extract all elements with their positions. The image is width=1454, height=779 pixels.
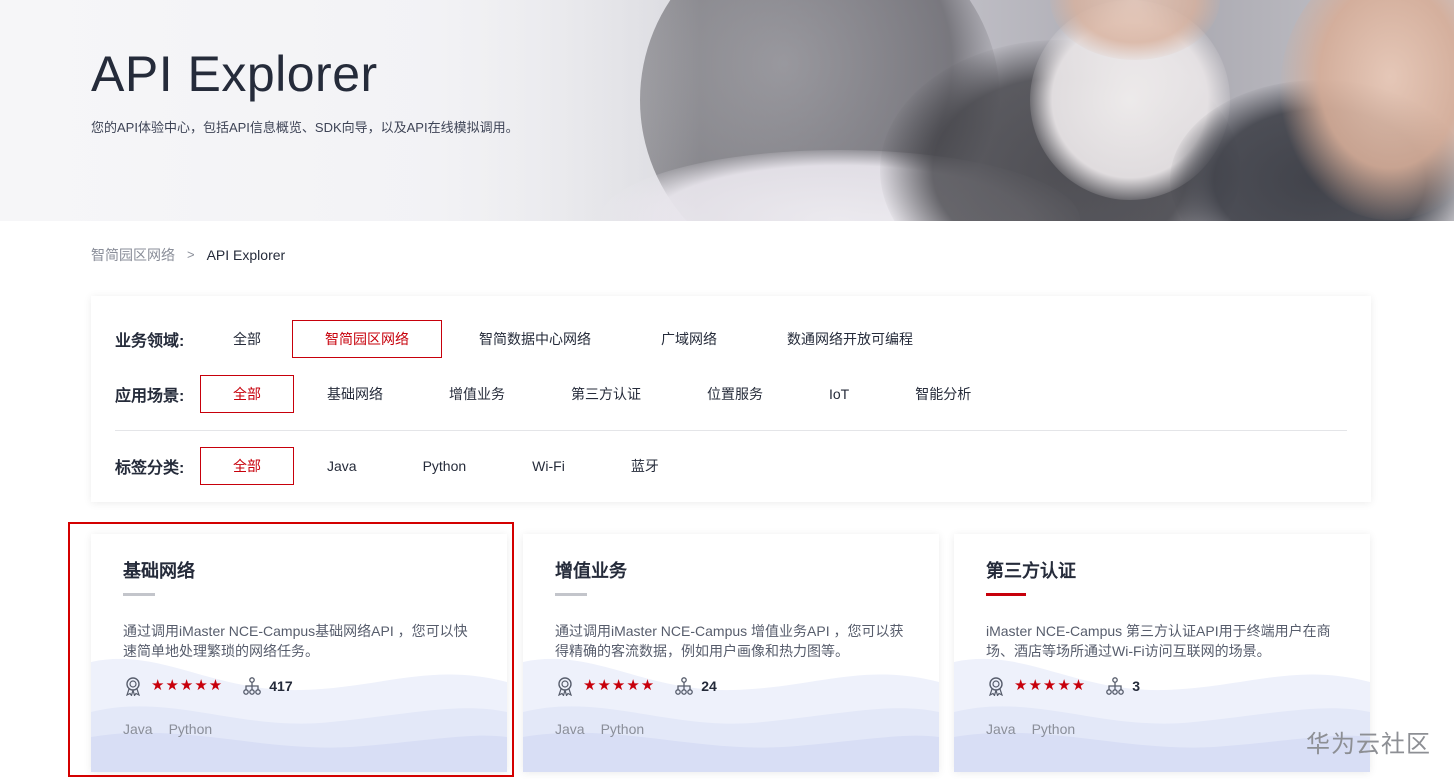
filter-tag-wifi[interactable]: Wi-Fi (499, 447, 598, 485)
filter-label-domain: 业务领域: (115, 333, 185, 350)
card-tag: Java (986, 721, 1016, 737)
card-title-underline (123, 593, 155, 596)
card-tag: Java (123, 721, 153, 737)
page-title: API Explorer (91, 46, 378, 102)
card-title-underline (555, 593, 587, 596)
filter-row-domain: 业务领域: 全部 智简园区网络 智简数据中心网络 广域网络 数通网络开放可编程 (115, 320, 950, 358)
filter-scenario-iot[interactable]: IoT (796, 375, 882, 413)
filter-label-tags: 标签分类: (115, 460, 185, 477)
rating-stars: ★★★★★ (1014, 677, 1087, 694)
hierarchy-icon (243, 677, 262, 695)
api-count: 24 (701, 678, 717, 694)
filter-panel: 业务领域: 全部 智简园区网络 智简数据中心网络 广域网络 数通网络开放可编程 … (91, 296, 1371, 502)
filter-domain-wan[interactable]: 广域网络 (628, 320, 750, 358)
card-title: 第三方认证 (986, 561, 1076, 581)
breadcrumb: 智简园区网络 > API Explorer (91, 246, 285, 264)
filter-domain-datacenter[interactable]: 智简数据中心网络 (442, 320, 628, 358)
card-title-underline (986, 593, 1026, 596)
card-tag: Python (168, 721, 213, 737)
filter-tag-java[interactable]: Java (294, 447, 390, 485)
filter-domain-campus[interactable]: 智简园区网络 (292, 320, 442, 358)
card-stats: ★★★★★ 24 (555, 676, 717, 696)
filter-domain-all[interactable]: 全部 (200, 320, 292, 358)
filter-divider (115, 430, 1347, 431)
filter-tag-all[interactable]: 全部 (200, 447, 294, 485)
filter-label-scenario: 应用场景: (115, 388, 185, 405)
api-card-basic-network[interactable]: 基础网络 通过调用iMaster NCE-Campus基础网络API ，您可以快… (91, 534, 507, 772)
card-wave-decoration (91, 658, 507, 772)
card-wave-decoration (523, 658, 939, 772)
filter-scenario-all[interactable]: 全部 (200, 375, 294, 413)
api-count: 3 (1132, 678, 1141, 694)
award-icon (989, 677, 1003, 696)
breadcrumb-current: API Explorer (206, 247, 286, 263)
award-icon (126, 677, 140, 696)
rating-stars: ★★★★★ (583, 677, 656, 694)
breadcrumb-separator: > (187, 247, 195, 262)
filter-scenario-basic[interactable]: 基础网络 (294, 375, 416, 413)
filter-row-scenario: 应用场景: 全部 基础网络 增值业务 第三方认证 位置服务 IoT 智能分析 (115, 375, 1004, 413)
card-tag: Java (555, 721, 585, 737)
api-count: 417 (269, 678, 293, 694)
award-icon (558, 677, 572, 696)
filter-row-tags: 标签分类: 全部 Java Python Wi-Fi 蓝牙 (115, 447, 692, 485)
breadcrumb-parent-link[interactable]: 智简园区网络 (91, 246, 175, 264)
card-tags: Java Python (555, 721, 660, 737)
card-description: 通过调用iMaster NCE-Campus基础网络API ，您可以快速简单地处… (123, 623, 468, 659)
filter-scenario-analytics[interactable]: 智能分析 (882, 375, 1004, 413)
card-tags: Java Python (986, 721, 1091, 737)
card-title: 增值业务 (555, 561, 627, 581)
filter-scenario-value-added[interactable]: 增值业务 (416, 375, 538, 413)
filter-tag-python[interactable]: Python (390, 447, 500, 485)
hierarchy-icon (675, 677, 694, 695)
filter-domain-programmable[interactable]: 数通网络开放可编程 (750, 320, 950, 358)
rating-stars: ★★★★★ (151, 677, 224, 694)
card-tags: Java Python (123, 721, 228, 737)
page-subtitle: 您的API体验中心，包括API信息概览、SDK向导，以及API在线模拟调用。 (91, 120, 519, 135)
hero-banner: API Explorer 您的API体验中心，包括API信息概览、SDK向导，以… (0, 0, 1454, 221)
hero-veil (0, 0, 700, 221)
watermark: 华为云社区 (1306, 731, 1431, 758)
card-description: 通过调用iMaster NCE-Campus 增值业务API ，您可以获得精确的… (555, 623, 904, 659)
card-title: 基础网络 (123, 561, 195, 581)
hierarchy-icon (1106, 677, 1125, 695)
card-stats: ★★★★★ 3 (986, 676, 1140, 696)
card-stats: ★★★★★ 417 (123, 676, 293, 696)
api-card-value-added[interactable]: 增值业务 通过调用iMaster NCE-Campus 增值业务API ，您可以… (523, 534, 939, 772)
card-tag: Python (1031, 721, 1076, 737)
card-description: iMaster NCE-Campus 第三方认证API用于终端用户在商场、酒店等… (986, 623, 1331, 659)
card-tag: Python (600, 721, 645, 737)
filter-scenario-location[interactable]: 位置服务 (674, 375, 796, 413)
filter-scenario-third-party-auth[interactable]: 第三方认证 (538, 375, 674, 413)
filter-tag-bluetooth[interactable]: 蓝牙 (598, 447, 692, 485)
